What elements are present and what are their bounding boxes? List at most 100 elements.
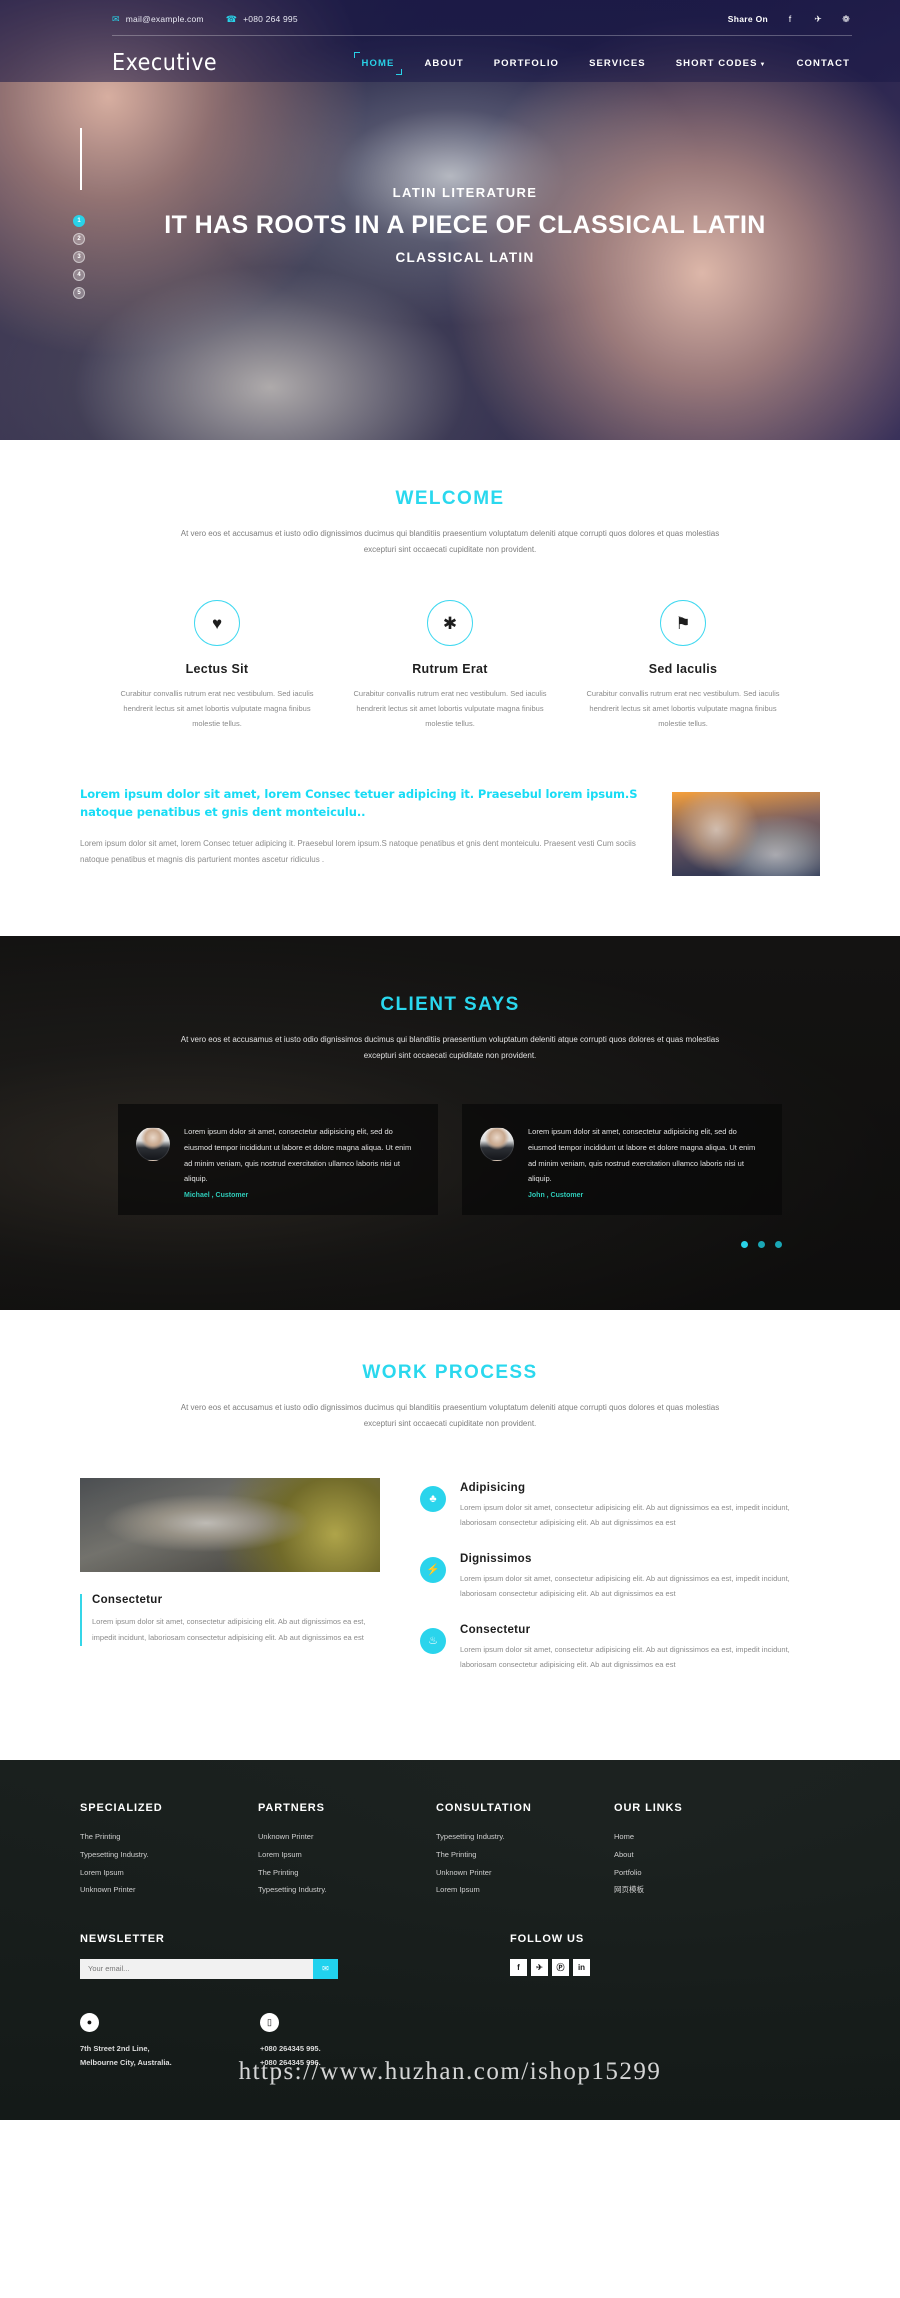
- fire-icon: ♨: [420, 1627, 446, 1654]
- promo-block: Lorem ipsum dolor sit amet, lorem Consec…: [0, 731, 900, 936]
- hero-subtitle: CLASSICAL LATIN: [395, 250, 535, 266]
- phone-text: +080 264 995: [243, 14, 298, 24]
- hero-section: ✉ mail@example.com ☎ +080 264 995 Share …: [0, 0, 900, 440]
- share-on-group: Share On f ✈ ❁: [728, 14, 852, 25]
- hero-slide-dot-4[interactable]: 4: [73, 269, 85, 281]
- footer-link[interactable]: Unknown Printer: [258, 1828, 436, 1846]
- client-says-section: CLIENT SAYS At vero eos et accusamus et …: [0, 936, 900, 1310]
- footer-list: Unknown Printer Lorem Ipsum The Printing…: [258, 1828, 436, 1899]
- feature-title: Sed Iaculis: [648, 662, 718, 676]
- primary-nav: HOME ABOUT PORTFOLIO SERVICES SHORT CODE…: [353, 51, 852, 75]
- nav-item-contact[interactable]: CONTACT: [795, 54, 852, 73]
- nav-item-short-codes[interactable]: SHORT CODES ▼: [674, 54, 769, 73]
- site-logo[interactable]: Executive: [112, 50, 217, 76]
- work-step-title: Adipisicing: [460, 1482, 526, 1494]
- client-says-lead: At vero eos et accusamus et iusto odio d…: [180, 1035, 720, 1060]
- newsletter-heading: NEWSLETTER: [80, 1932, 165, 1945]
- email-contact[interactable]: ✉ mail@example.com: [112, 14, 204, 24]
- address-line-1: 7th Street 2nd Line,: [80, 2043, 150, 2053]
- footer-column-our-links: OUR LINKS Home About Portfolio 网页模板: [614, 1802, 774, 1899]
- phone-icon: ☎: [225, 13, 238, 24]
- footer-heading: SPECIALIZED: [80, 1802, 163, 1815]
- footer-column-consultation: CONSULTATION Typesetting Industry. The P…: [436, 1802, 614, 1899]
- footer-list: Home About Portfolio 网页模板: [614, 1828, 774, 1899]
- testimonial-card: Lorem ipsum dolor sit amet, consectetur …: [118, 1104, 438, 1215]
- feature-title: Rutrum Erat: [412, 662, 488, 676]
- workshop-photo: [80, 1478, 380, 1572]
- footer-bottom: NEWSLETTER ✉ FOLLOW US f ✈ Ⓟ in: [80, 1933, 820, 1979]
- testimonial-text: Lorem ipsum dolor sit amet, consectetur …: [528, 1127, 756, 1184]
- envelope-icon: ✉: [112, 13, 120, 24]
- footer-link[interactable]: Home: [614, 1828, 774, 1846]
- footer-link[interactable]: Unknown Printer: [436, 1864, 614, 1882]
- work-process-title: WORK PROCESS: [362, 1362, 538, 1383]
- linkedin-icon[interactable]: in: [573, 1958, 590, 1976]
- nav-item-portfolio[interactable]: PORTFOLIO: [492, 54, 561, 73]
- footer-link[interactable]: Portfolio: [614, 1864, 774, 1882]
- main-navbar: Executive HOME ABOUT PORTFOLIO SERVICES …: [0, 36, 900, 76]
- testimonial-author: John , Customer: [528, 1192, 584, 1199]
- newsletter-submit-button[interactable]: ✉: [313, 1958, 338, 1979]
- work-step-body: Consectetur Lorem ipsum dolor sit amet, …: [460, 1624, 820, 1673]
- follow-us-heading: FOLLOW US: [510, 1932, 585, 1945]
- twitter-icon[interactable]: ✈: [812, 14, 824, 25]
- newsletter-block: NEWSLETTER ✉: [80, 1933, 510, 1979]
- twitter-icon[interactable]: ✈: [531, 1958, 548, 1976]
- hero-slide-dot-5[interactable]: 5: [73, 287, 85, 299]
- feature-text: Curabitur convallis rutrum erat nec vest…: [353, 689, 547, 728]
- footer-link[interactable]: The Printing: [258, 1864, 436, 1882]
- carousel-dot-2[interactable]: [758, 1241, 765, 1248]
- footer-link[interactable]: Typesetting Industry.: [80, 1846, 258, 1864]
- feature-text: Curabitur convallis rutrum erat nec vest…: [120, 689, 314, 728]
- chevron-down-icon: ▼: [759, 61, 767, 68]
- nav-item-about[interactable]: ABOUT: [422, 54, 465, 73]
- testimonial-author: Michael , Customer: [184, 1192, 249, 1199]
- nav-item-services[interactable]: SERVICES: [587, 54, 648, 73]
- footer-heading: PARTNERS: [258, 1802, 325, 1815]
- bolt-icon: ⚡: [420, 1556, 446, 1583]
- feature-card[interactable]: ✱ Rutrum Erat Curabitur convallis rutrum…: [334, 600, 567, 731]
- client-says-title: CLIENT SAYS: [380, 994, 520, 1015]
- testimonial-body: Lorem ipsum dolor sit amet, consectetur …: [184, 1124, 420, 1199]
- footer-link[interactable]: 网页模板: [614, 1881, 774, 1899]
- newsletter-form: ✉: [80, 1958, 338, 1979]
- phone-contact[interactable]: ☎ +080 264 995: [226, 14, 298, 24]
- footer-link[interactable]: Lorem Ipsum: [436, 1881, 614, 1899]
- avatar: [136, 1127, 170, 1161]
- footer-link-columns: SPECIALIZED The Printing Typesetting Ind…: [80, 1802, 820, 1899]
- facebook-icon[interactable]: f: [510, 1958, 527, 1976]
- hero-accent-line: [80, 128, 82, 190]
- feature-card[interactable]: ⚑ Sed Iaculis Curabitur convallis rutrum…: [567, 600, 800, 731]
- testimonial-body: Lorem ipsum dolor sit amet, consectetur …: [528, 1124, 764, 1199]
- work-step-title: Consectetur: [460, 1623, 531, 1636]
- pinterest-icon[interactable]: Ⓟ: [552, 1958, 569, 1976]
- footer-link[interactable]: The Printing: [80, 1828, 258, 1846]
- carousel-dot-3[interactable]: [775, 1241, 782, 1248]
- work-caption: Consectetur Lorem ipsum dolor sit amet, …: [80, 1594, 380, 1646]
- welcome-section: WELCOME At vero eos et accusamus et iust…: [0, 440, 900, 936]
- footer-column-specialized: SPECIALIZED The Printing Typesetting Ind…: [80, 1802, 258, 1899]
- footer-link[interactable]: Unknown Printer: [80, 1881, 258, 1899]
- facebook-icon[interactable]: f: [784, 14, 796, 24]
- work-step: ⚡ Dignissimos Lorem ipsum dolor sit amet…: [420, 1553, 820, 1602]
- footer-link[interactable]: Typesetting Industry.: [436, 1828, 614, 1846]
- footer-link[interactable]: Lorem Ipsum: [80, 1864, 258, 1882]
- footer-link[interactable]: About: [614, 1846, 774, 1864]
- phone-line-1: +080 264345 995.: [260, 2043, 321, 2053]
- footer-link[interactable]: Lorem Ipsum: [258, 1846, 436, 1864]
- top-bar-contacts: ✉ mail@example.com ☎ +080 264 995: [112, 14, 298, 24]
- promo-heading: Lorem ipsum dolor sit amet, lorem Consec…: [80, 787, 638, 819]
- tree-icon: ♣: [420, 1486, 446, 1512]
- footer-link[interactable]: The Printing: [436, 1846, 614, 1864]
- social-links: f ✈ Ⓟ in: [510, 1958, 820, 1976]
- feature-card[interactable]: ♥ Lectus Sit Curabitur convallis rutrum …: [101, 600, 334, 731]
- nav-item-short-codes-label: SHORT CODES: [675, 57, 758, 69]
- newsletter-email-input[interactable]: [80, 1958, 313, 1979]
- watermark-url: https://www.huzhan.com/ishop15299: [238, 2058, 662, 2086]
- carousel-dot-1[interactable]: [741, 1241, 748, 1248]
- dribbble-icon[interactable]: ❁: [840, 14, 852, 25]
- feature-list: ♥ Lectus Sit Curabitur convallis rutrum …: [0, 600, 900, 731]
- footer-link[interactable]: Typesetting Industry.: [258, 1881, 436, 1899]
- footer-heading: CONSULTATION: [436, 1802, 532, 1815]
- nav-item-home[interactable]: HOME: [353, 51, 403, 75]
